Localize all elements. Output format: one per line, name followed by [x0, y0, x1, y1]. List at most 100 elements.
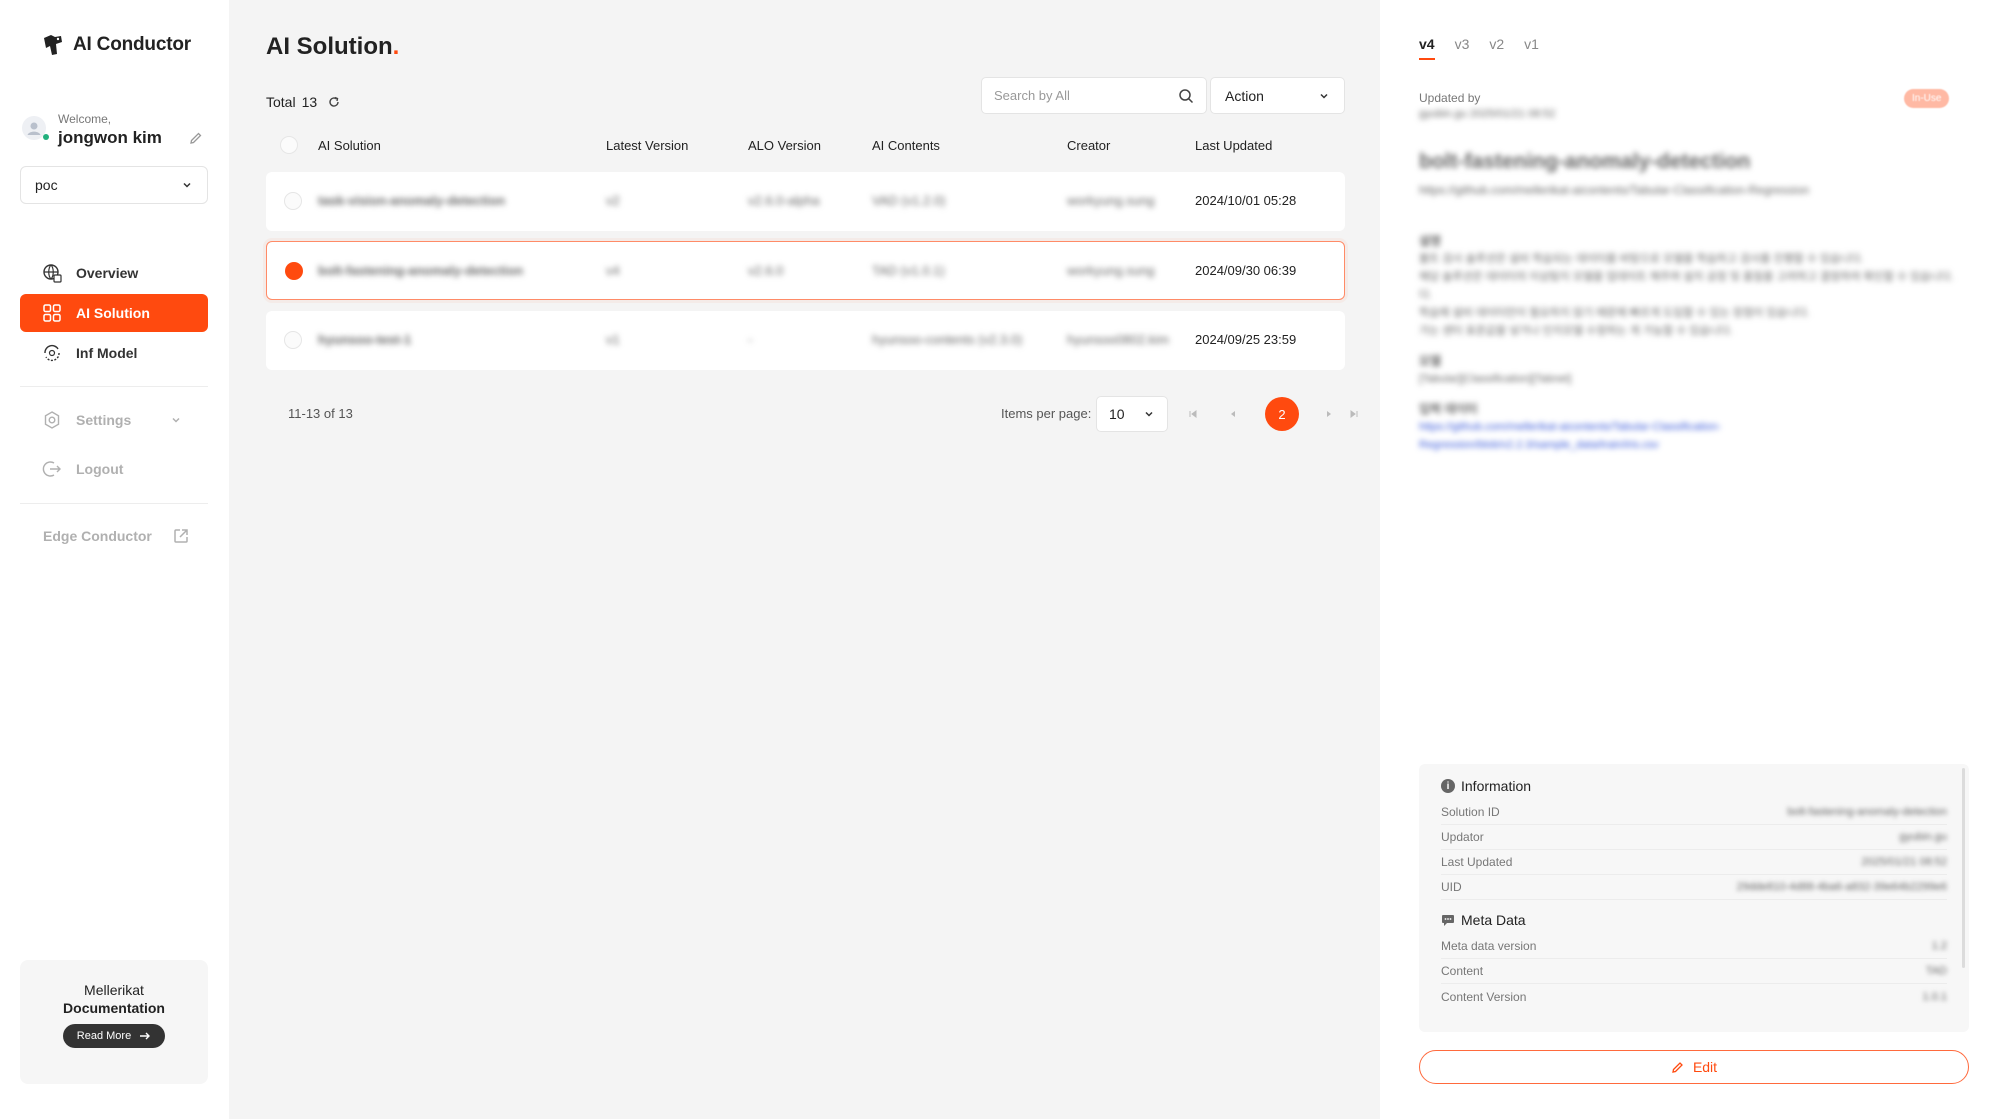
- project-select[interactable]: poc: [20, 166, 208, 204]
- meta-data-heading: Meta Data: [1441, 912, 1947, 928]
- pencil-icon: [1672, 1062, 1683, 1073]
- nav-item-label: Settings: [76, 412, 132, 428]
- chevron-down-icon: [172, 417, 180, 423]
- latest-version: v2: [606, 193, 620, 208]
- input-data-link[interactable]: Regression/blob/v2.2.3/sample_data/train…: [1419, 437, 1969, 453]
- read-more-button[interactable]: Read More: [62, 1024, 166, 1048]
- nav-item-settings[interactable]: Settings: [20, 401, 208, 439]
- tab-v4[interactable]: v4: [1419, 36, 1435, 60]
- table-footer: 11-13 of 13 Items per page: 10 2: [266, 396, 1358, 432]
- nav-divider: [20, 503, 208, 504]
- nav-item-logout[interactable]: Logout: [20, 450, 208, 488]
- last-updated: 2024/09/30 06:39: [1195, 263, 1297, 278]
- nav-item-overview[interactable]: Overview: [20, 254, 208, 292]
- meta-data-heading-text: Meta Data: [1461, 912, 1526, 928]
- refresh-icon[interactable]: [327, 95, 341, 109]
- edge-conductor-link[interactable]: Edge Conductor: [43, 527, 190, 545]
- nav-item-inf-model[interactable]: Inf Model: [20, 334, 208, 372]
- table-row[interactable]: hyunsoo-test-1 v1 - hyunsoo-contents (v2…: [266, 311, 1345, 370]
- chat-bubble-icon: [1442, 915, 1454, 926]
- info-row: Updator gyubin.gu: [1441, 825, 1947, 850]
- column-header[interactable]: Creator: [1067, 138, 1110, 153]
- tab-v2[interactable]: v2: [1489, 36, 1504, 60]
- edge-conductor-label: Edge Conductor: [43, 528, 152, 544]
- meta-value: 1.2: [1931, 940, 1947, 952]
- desc-line: 다.: [1419, 289, 1433, 301]
- detail-panel: v4 v3 v2 v1 Updated by gyubin.gu 2025/01…: [1380, 0, 2000, 1119]
- solution-name[interactable]: task-vision-anomaly-detection: [318, 193, 505, 208]
- input-heading: 입력 데이터: [1419, 402, 1478, 416]
- nav-item-label: Overview: [76, 265, 139, 281]
- ai-contents: hyunsoo-contents (v2.3.0): [872, 332, 1023, 347]
- action-label: Action: [1225, 87, 1264, 104]
- arrow-right-icon: [140, 1032, 151, 1040]
- column-header[interactable]: Last Updated: [1195, 138, 1272, 153]
- info-value: bolt-fastening-anomaly-detection: [1787, 806, 1947, 818]
- latest-version: v1: [606, 332, 620, 347]
- row-checkbox[interactable]: [284, 192, 302, 210]
- first-page-icon: [1189, 410, 1197, 418]
- main-nav: Overview AI Solution Inf Model: [20, 254, 208, 374]
- nav-divider: [20, 386, 208, 387]
- next-page-button[interactable]: [1320, 405, 1338, 423]
- desc-line: 해당 솔루션은 데이터의 이상탐지 모델을 업데이트 해주며 설치 공정 및 품…: [1419, 271, 1954, 283]
- prev-page-button[interactable]: [1224, 405, 1242, 423]
- column-header[interactable]: AI Solution: [318, 138, 381, 153]
- search-icon[interactable]: [1178, 88, 1194, 104]
- column-header[interactable]: AI Contents: [872, 138, 940, 153]
- input-data-link[interactable]: https://github.com/mellerikat-aicontents…: [1419, 419, 1969, 435]
- welcome-text: Welcome,: [58, 112, 112, 126]
- last-updated: 2024/10/01 05:28: [1195, 193, 1297, 208]
- meta-key: Meta data version: [1441, 939, 1537, 953]
- nav-item-ai-solution[interactable]: AI Solution: [20, 294, 208, 332]
- nav-item-label: AI Solution: [76, 305, 150, 321]
- row-checkbox[interactable]: [284, 331, 302, 349]
- status-badge[interactable]: In-Use: [1904, 89, 1950, 108]
- chevron-down-icon: [1145, 411, 1153, 417]
- select-all-checkbox[interactable]: [280, 136, 298, 154]
- column-header[interactable]: ALO Version: [748, 138, 821, 153]
- pencil-icon[interactable]: [188, 130, 204, 146]
- tab-v1[interactable]: v1: [1524, 36, 1539, 60]
- meta-key: Content: [1441, 964, 1484, 978]
- column-header[interactable]: Latest Version: [606, 138, 688, 153]
- meta-value: 1.0.1: [1922, 990, 1947, 1003]
- items-per-page-select[interactable]: 10: [1096, 396, 1168, 432]
- logout-icon: [42, 461, 61, 477]
- ai-contents: VAD (v1.2.0): [872, 193, 946, 208]
- edit-button[interactable]: Edit: [1419, 1050, 1969, 1084]
- last-page-button[interactable]: [1345, 405, 1363, 423]
- table-row[interactable]: bolt-fastening-anomaly-detection v4 v2.6…: [266, 241, 1345, 300]
- row-checkbox-checked[interactable]: [285, 262, 303, 280]
- information-box: i Information Solution ID bolt-fastening…: [1419, 764, 1969, 1032]
- table-header: AI Solution Latest Version ALO Version A…: [266, 130, 1345, 160]
- info-key: Solution ID: [1441, 805, 1500, 819]
- updated-by-label: Updated by: [1419, 91, 1481, 105]
- page-title-dot: .: [392, 33, 400, 60]
- scrollbar[interactable]: [1962, 768, 1965, 968]
- info-key: Last Updated: [1441, 855, 1513, 869]
- secondary-nav: Settings Logout: [20, 401, 208, 490]
- doc-brand: Mellerikat: [84, 982, 144, 998]
- project-select-value: poc: [35, 177, 58, 193]
- chevron-down-icon: [1320, 93, 1328, 99]
- table-row[interactable]: task-vision-anomaly-detection v2 v2.6.0-…: [266, 172, 1345, 231]
- main-content: AI Solution. Total 13 Action AI Solution…: [229, 0, 1380, 1119]
- info-key: Updator: [1441, 830, 1484, 844]
- solution-name[interactable]: bolt-fastening-anomaly-detection: [318, 263, 523, 278]
- doc-title: Documentation: [63, 1000, 165, 1016]
- page-title-text: AI Solution: [266, 33, 393, 60]
- current-page-button[interactable]: 2: [1265, 397, 1299, 431]
- alo-version: -: [748, 332, 753, 347]
- first-page-button[interactable]: [1184, 405, 1202, 423]
- solution-name[interactable]: hyunsoo-test-1: [318, 332, 411, 347]
- online-status-dot: [43, 134, 49, 140]
- app-logo[interactable]: AI Conductor: [41, 34, 191, 56]
- solution-url[interactable]: https://github.com/mellerikat-aicontents…: [1419, 183, 1809, 197]
- documentation-card: Mellerikat Documentation Read More: [20, 960, 208, 1084]
- desc-line: 볼트 검사 솔루션은 설비 학습되는 데이터를 바탕으로 모델을 학습하고 검사…: [1419, 253, 1864, 265]
- desc-heading: 설명: [1419, 234, 1442, 248]
- tab-v3[interactable]: v3: [1455, 36, 1470, 60]
- search-input[interactable]: [994, 88, 1164, 103]
- action-dropdown[interactable]: Action: [1210, 77, 1345, 114]
